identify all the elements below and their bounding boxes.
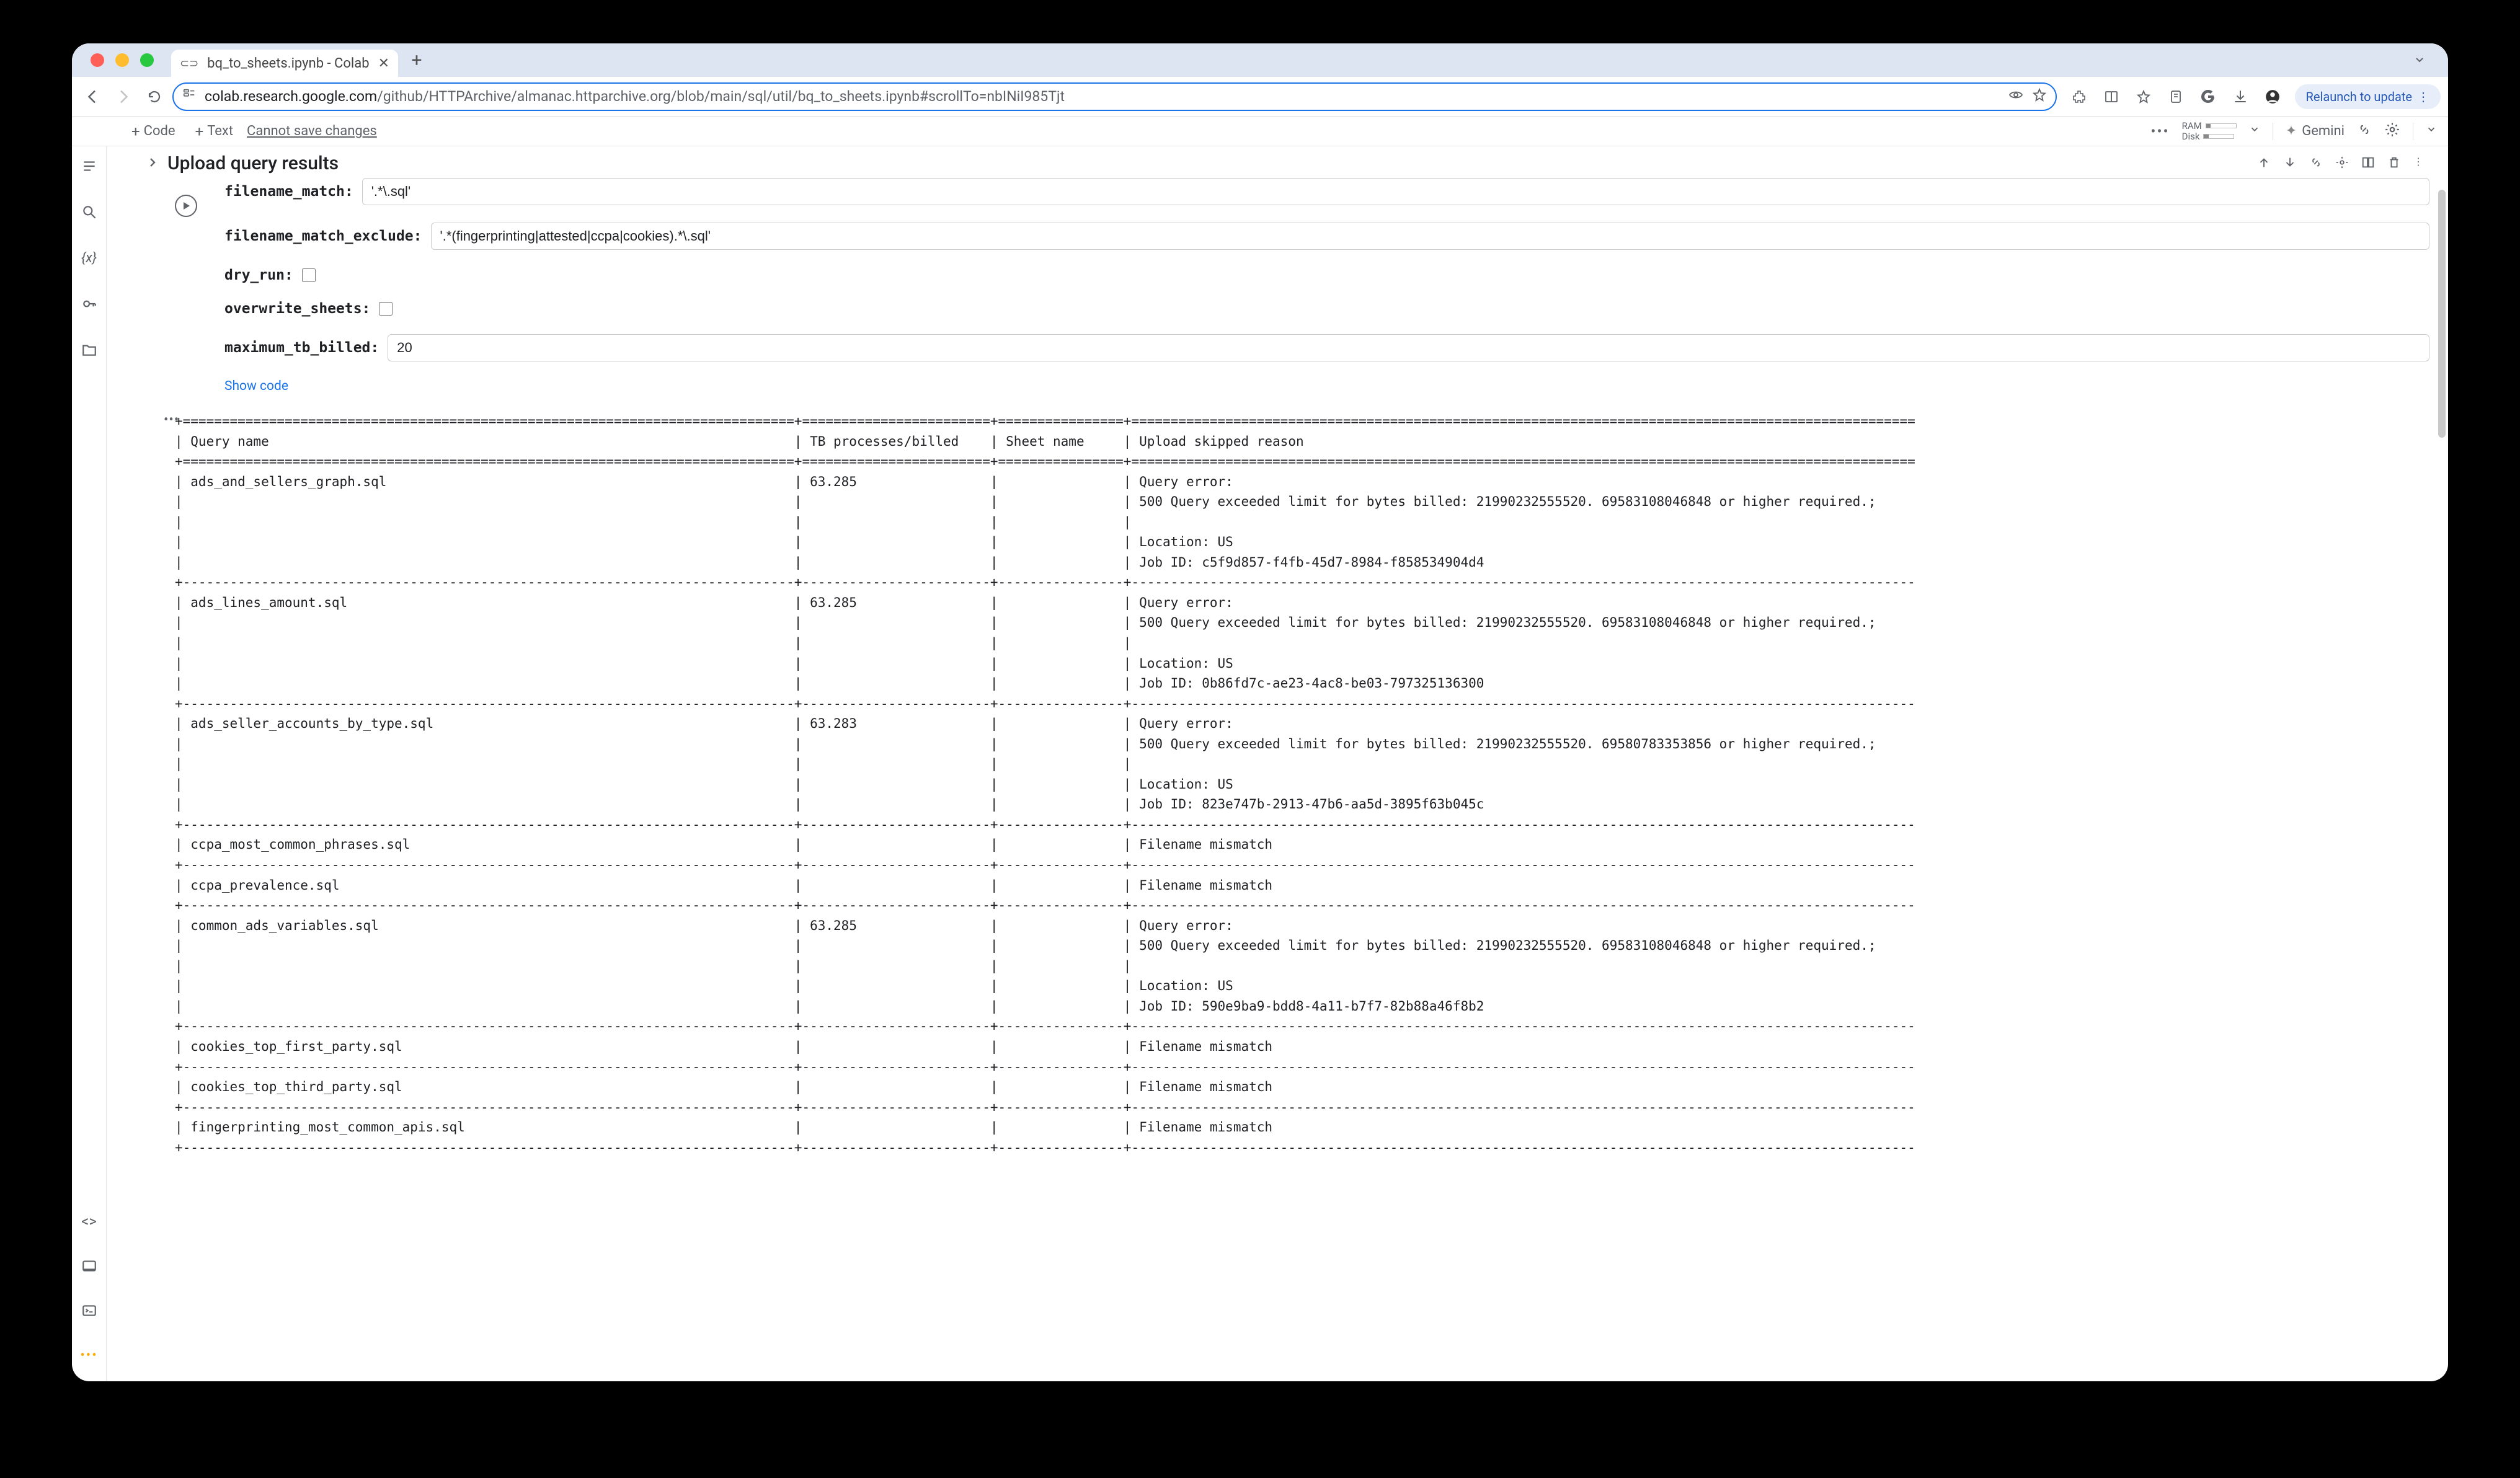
relaunch-button[interactable]: Relaunch to update ⋮: [2295, 84, 2441, 109]
browser-toolbar: colab.research.google.com/github/HTTPArc…: [72, 77, 2448, 117]
downloads-icon[interactable]: [2229, 86, 2252, 108]
max-tb-input[interactable]: [388, 334, 2429, 361]
scrollbar[interactable]: [2438, 190, 2446, 438]
gemini-button[interactable]: ✦ Gemini: [2286, 123, 2345, 139]
code-icon[interactable]: <>: [78, 1210, 100, 1232]
minimize-window-icon[interactable]: [115, 53, 129, 67]
extensions-icon[interactable]: [2068, 86, 2090, 108]
show-code-link[interactable]: Show code: [224, 379, 2429, 394]
reload-button[interactable]: [141, 84, 167, 110]
files-icon[interactable]: [78, 339, 100, 361]
collapse-toolbar-icon[interactable]: [2426, 123, 2437, 139]
add-code-button[interactable]: +Code: [125, 120, 182, 143]
dry-run-label: dry_run:: [224, 267, 293, 283]
bookmark-star-icon[interactable]: [2032, 87, 2047, 106]
back-button[interactable]: [79, 84, 105, 110]
filename-match-label: filename_match:: [224, 184, 353, 200]
output-menu-icon[interactable]: •••: [164, 412, 179, 428]
resource-usage[interactable]: RAM Disk: [2182, 121, 2237, 141]
tab-title: bq_to_sheets.ipynb - Colab: [207, 56, 369, 71]
overwrite-sheets-checkbox[interactable]: [379, 302, 393, 316]
collapse-section-icon[interactable]: [146, 156, 159, 171]
maximize-window-icon[interactable]: [140, 53, 154, 67]
move-down-icon[interactable]: [2283, 156, 2297, 172]
max-tb-label: maximum_tb_billed:: [224, 340, 379, 356]
add-text-button[interactable]: +Text: [189, 120, 239, 143]
section-title: Upload query results: [167, 153, 339, 174]
google-icon[interactable]: [2197, 86, 2219, 108]
colab-toolbar: +Code +Text Cannot save changes ••• RAM …: [72, 117, 2448, 146]
terminal-rect-icon[interactable]: [78, 1255, 100, 1277]
mirror-icon[interactable]: [2361, 156, 2375, 172]
toc-icon[interactable]: [78, 155, 100, 177]
new-tab-button[interactable]: +: [406, 49, 428, 71]
browser-tab[interactable]: ⊂⊃ bq_to_sheets.ipynb - Colab ✕: [171, 50, 398, 77]
delete-icon[interactable]: [2387, 156, 2401, 172]
address-bar[interactable]: colab.research.google.com/github/HTTPArc…: [172, 82, 2057, 111]
close-window-icon[interactable]: [91, 53, 104, 67]
variables-icon[interactable]: {x}: [78, 247, 100, 269]
left-sidebar: {x} <> •••: [72, 146, 107, 1381]
cannot-save-link[interactable]: Cannot save changes: [247, 123, 377, 139]
bookmark-icon[interactable]: [2132, 86, 2155, 108]
settings-icon[interactable]: [2384, 122, 2400, 141]
resource-menu-icon[interactable]: [2249, 123, 2260, 139]
tab-overflow-icon[interactable]: [2410, 50, 2429, 70]
run-cell-button[interactable]: [175, 195, 197, 217]
filename-match-input[interactable]: [362, 178, 2429, 205]
sparkle-icon: ✦: [2286, 123, 2297, 139]
eye-icon[interactable]: [2008, 87, 2023, 106]
command-icon[interactable]: [78, 1299, 100, 1322]
search-icon[interactable]: [78, 201, 100, 223]
url-text: colab.research.google.com/github/HTTPArc…: [205, 88, 2000, 105]
cell-more-icon[interactable]: ⋮: [2413, 156, 2423, 172]
more-icon[interactable]: •••: [78, 1344, 100, 1366]
cell-settings-icon[interactable]: [2335, 156, 2349, 172]
site-controls-icon[interactable]: [182, 88, 196, 105]
dry-run-checkbox[interactable]: [302, 268, 316, 282]
move-up-icon[interactable]: [2257, 156, 2271, 172]
cell-link-icon[interactable]: [2309, 156, 2323, 172]
filename-match-exclude-input[interactable]: [431, 223, 2430, 250]
menu-dots-icon: ⋮: [2417, 89, 2429, 104]
link-icon[interactable]: [2357, 122, 2372, 141]
filename-match-exclude-label: filename_match_exclude:: [224, 228, 422, 244]
reading-list-icon[interactable]: [2165, 86, 2187, 108]
profile-icon[interactable]: [2261, 86, 2284, 108]
overwrite-sheets-label: overwrite_sheets:: [224, 301, 370, 317]
cell-header: Upload query results ⋮: [107, 146, 2448, 178]
output-table: +=======================================…: [175, 411, 2448, 1157]
secrets-icon[interactable]: [78, 293, 100, 315]
colab-tab-icon: ⊂⊃: [180, 57, 198, 70]
close-tab-icon[interactable]: ✕: [378, 56, 389, 71]
forward-button[interactable]: [110, 84, 136, 110]
browser-tabbar: ⊂⊃ bq_to_sheets.ipynb - Colab ✕ +: [72, 43, 2448, 77]
reader-icon[interactable]: [2100, 86, 2123, 108]
more-dots-icon[interactable]: •••: [2150, 123, 2169, 140]
window-controls: [91, 53, 154, 67]
